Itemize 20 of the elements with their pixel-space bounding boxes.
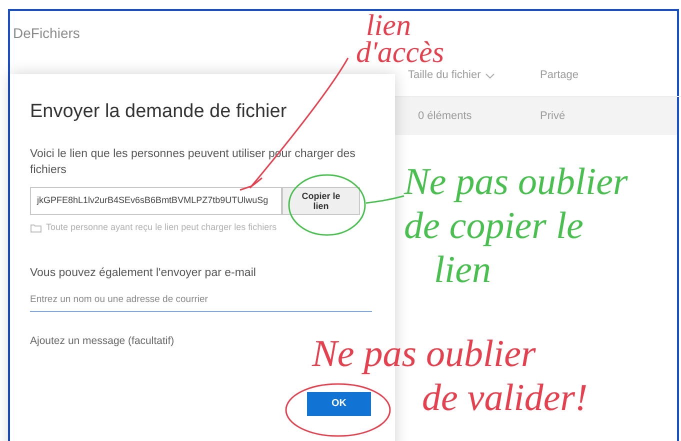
- item-count: 0 éléments: [418, 108, 473, 124]
- ok-button[interactable]: OK: [307, 392, 371, 416]
- handwritten-note: Ne pas oublier: [404, 160, 628, 204]
- copy-link-button[interactable]: Copier le lien: [282, 187, 360, 215]
- link-note: Toute personne ayant reçu le lien peut charger les fichiers: [46, 221, 277, 234]
- handwritten-note: Ne pas oublier: [312, 332, 537, 376]
- app-title: DeFichiers: [13, 24, 80, 42]
- handwritten-note: d'accès: [356, 39, 444, 66]
- link-field[interactable]: jkGPFE8hL1lv2urB4SEv6sB6BmtBVMLPZ7tb9UTUlwuSg: [30, 187, 282, 215]
- column-header[interactable]: Taille du fichier: [408, 67, 481, 84]
- handwritten-note: lien: [434, 248, 492, 292]
- handwritten-note: de copier le: [404, 204, 584, 248]
- email-label: Vous pouvez également l'envoyer par e-mail: [30, 266, 257, 280]
- sharing-status: Privé: [540, 108, 566, 124]
- handwritten-note: de valider!: [422, 376, 588, 420]
- email-input-field[interactable]: Entrez un nom ou une adresse de courrier: [30, 288, 372, 312]
- handwritten-note: lien: [366, 12, 411, 39]
- dialog-title: Envoyer la demande de fichier: [30, 100, 288, 124]
- column-header[interactable]: Partage: [540, 67, 579, 84]
- message-label: Ajoutez un message (facultatif): [30, 334, 174, 349]
